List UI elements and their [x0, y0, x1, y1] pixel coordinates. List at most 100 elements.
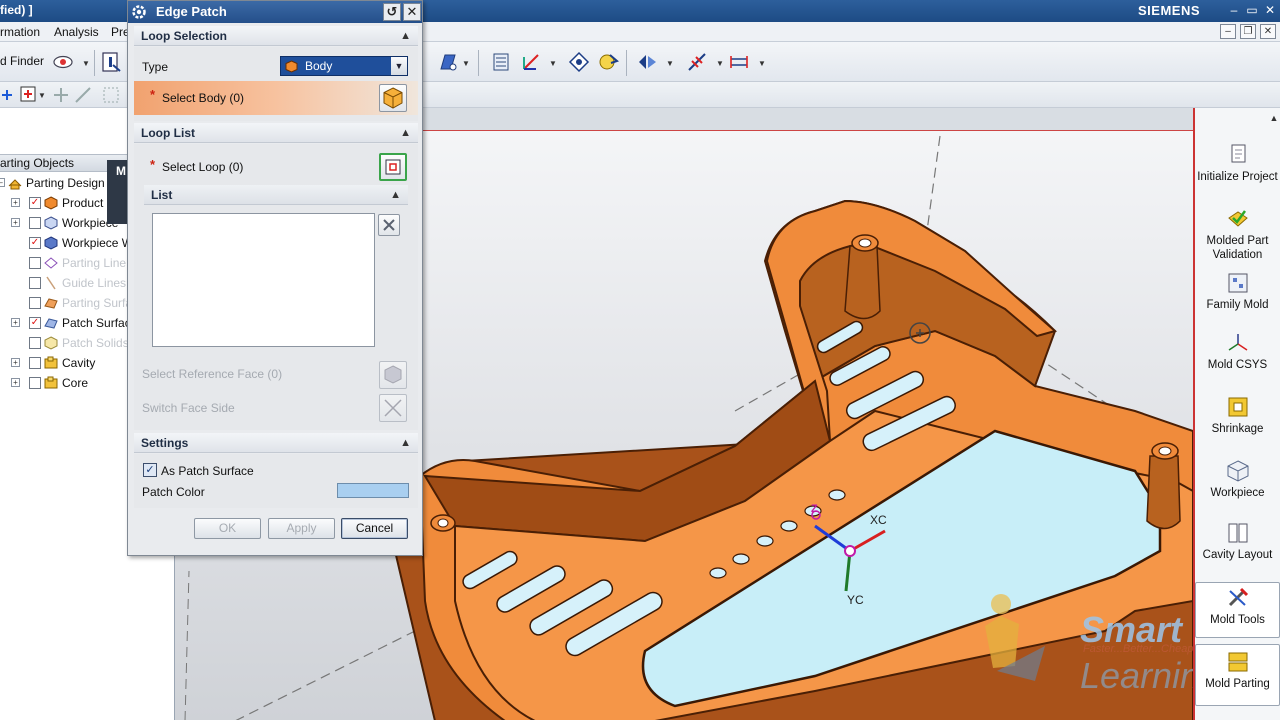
selection-filter-icon[interactable] — [100, 84, 122, 106]
mold-tools-label: Mold Tools — [1210, 614, 1265, 626]
mdi-minimize-button[interactable]: – — [1220, 24, 1236, 39]
chevron-down-icon[interactable]: ▼ — [38, 91, 46, 100]
cavity-layout-button[interactable]: Cavity Layout — [1195, 520, 1280, 562]
visibility-checkbox[interactable] — [29, 337, 41, 349]
settings-group-header[interactable]: Settings ▲ — [134, 433, 418, 453]
loop-selection-group-header[interactable]: Loop Selection ▲ — [134, 26, 418, 46]
mold-parting-button[interactable]: Mold Parting — [1195, 644, 1280, 706]
loop-list-header-label: Loop List — [141, 126, 195, 140]
expand-icon[interactable]: + — [11, 378, 20, 387]
chevron-down-icon[interactable]: ▼ — [82, 59, 90, 68]
as-patch-surface-label: As Patch Surface — [161, 464, 254, 478]
wcs-orient-icon[interactable] — [520, 51, 542, 73]
chevron-down-icon[interactable]: ▼ — [462, 59, 470, 68]
window-close-button[interactable]: ✕ — [1262, 2, 1278, 18]
loop-list-group-header[interactable]: Loop List ▲ — [134, 123, 418, 143]
toolbar-divider — [626, 50, 627, 76]
workpiece-button[interactable]: Workpiece — [1195, 458, 1280, 500]
type-dropdown[interactable]: Body ▼ — [280, 56, 408, 76]
dimension-icon[interactable] — [728, 51, 750, 73]
mdi-restore-button[interactable]: ❐ — [1240, 24, 1256, 39]
mold-wizard-toolbar: ▲ Initialize Project Molded Part Validat… — [1193, 108, 1280, 720]
chevron-up-icon[interactable]: ▲ — [1269, 114, 1279, 124]
patch-color-swatch[interactable] — [337, 483, 409, 498]
ok-button[interactable]: OK — [194, 518, 261, 539]
transform-icon[interactable] — [598, 51, 620, 73]
visibility-checkbox[interactable]: ✓ — [29, 237, 41, 249]
toolbar-divider — [478, 50, 479, 76]
family-mold-button[interactable]: Family Mold — [1195, 270, 1280, 312]
molded-part-validation-icon — [1227, 210, 1248, 227]
loop-selection-header-label: Loop Selection — [141, 29, 228, 43]
select-loop-button[interactable] — [379, 153, 407, 181]
floating-panel-tab[interactable]: M — [107, 160, 129, 224]
remove-x-icon — [383, 219, 395, 231]
mold-tools-button[interactable]: Mold Tools — [1195, 582, 1280, 638]
menu-information[interactable]: rmation — [0, 25, 40, 39]
visibility-checkbox[interactable] — [29, 297, 41, 309]
expand-icon[interactable]: + — [11, 218, 20, 227]
collapse-up-icon[interactable]: ▲ — [400, 26, 411, 46]
loop-listbox[interactable] — [152, 213, 375, 347]
eye-icon[interactable] — [52, 51, 74, 73]
info-icon[interactable] — [100, 51, 122, 73]
molded-part-validation-button[interactable]: Molded Part Validation — [1195, 206, 1280, 262]
window-restore-button[interactable]: ▭ — [1244, 2, 1260, 18]
chevron-down-icon[interactable]: ▼ — [716, 59, 724, 68]
layer-settings-icon[interactable] — [490, 51, 512, 73]
mold-csys-button[interactable]: Mold CSYS — [1195, 330, 1280, 372]
snap-grid-icon[interactable] — [50, 84, 72, 106]
mdi-close-button[interactable]: ✕ — [1260, 24, 1276, 39]
close-icon[interactable]: ✕ — [403, 3, 421, 21]
add-point-icon[interactable] — [18, 84, 40, 106]
chevron-down-icon[interactable]: ▼ — [758, 59, 766, 68]
select-reference-face-button[interactable] — [379, 361, 407, 389]
watermark-tagline: Faster...Better...Cheaper — [1083, 643, 1193, 655]
expand-icon[interactable]: + — [11, 358, 20, 367]
measure-icon[interactable] — [686, 51, 708, 73]
chevron-down-icon[interactable]: ▼ — [666, 59, 674, 68]
move-object-icon[interactable] — [568, 51, 590, 73]
list-subgroup-header[interactable]: List ▲ — [144, 185, 408, 205]
initialize-project-button[interactable]: Initialize Project — [1195, 142, 1280, 184]
visibility-checkbox[interactable]: ✓ — [29, 317, 41, 329]
menu-analysis[interactable]: Analysis — [54, 25, 99, 39]
visibility-checkbox[interactable] — [29, 277, 41, 289]
mold-parting-icon — [1228, 652, 1247, 672]
guide-line-icon — [46, 276, 56, 290]
select-body-button[interactable] — [379, 84, 407, 112]
visibility-checkbox[interactable] — [29, 217, 41, 229]
remove-from-list-button[interactable] — [378, 214, 400, 236]
visibility-checkbox[interactable] — [29, 377, 41, 389]
gear-icon[interactable] — [131, 4, 147, 20]
initialize-project-label: Initialize Project — [1197, 171, 1278, 183]
visibility-checkbox[interactable] — [29, 257, 41, 269]
apply-button[interactable]: Apply — [268, 518, 335, 539]
expand-icon[interactable]: + — [11, 318, 20, 327]
visibility-checkbox[interactable]: ✓ — [29, 197, 41, 209]
window-minimize-button[interactable]: – — [1226, 2, 1242, 18]
mold-parting-label: Mold Parting — [1205, 678, 1270, 690]
shrinkage-button[interactable]: Shrinkage — [1195, 394, 1280, 436]
switch-face-side-button[interactable] — [379, 394, 407, 422]
edge-loop-icon — [385, 159, 401, 175]
visibility-checkbox[interactable] — [29, 357, 41, 369]
collapse-up-icon[interactable]: ▲ — [400, 123, 411, 143]
reset-icon[interactable]: ↺ — [383, 3, 401, 21]
sweep-face-icon[interactable] — [437, 51, 459, 73]
tree-item-label: Patch Solids — [62, 336, 129, 350]
switch-face-side-label: Switch Face Side — [142, 401, 235, 415]
snap-end-icon[interactable] — [72, 84, 94, 106]
dialog-title-bar[interactable]: Edge Patch ↺ ✕ — [128, 1, 422, 23]
collapse-up-icon[interactable]: ▲ — [390, 185, 401, 205]
collapse-icon[interactable]: – — [0, 178, 5, 187]
chevron-down-icon[interactable]: ▼ — [549, 59, 557, 68]
smart-learning-logo-icon — [985, 594, 1045, 681]
expand-icon[interactable]: + — [11, 198, 20, 207]
body-icon — [285, 60, 298, 73]
chevron-down-icon[interactable]: ▼ — [391, 57, 407, 75]
cancel-button[interactable]: Cancel — [341, 518, 408, 539]
collapse-up-icon[interactable]: ▲ — [400, 433, 411, 453]
analysis-icon[interactable] — [636, 51, 658, 73]
as-patch-surface-checkbox[interactable]: ✓ — [143, 463, 157, 477]
